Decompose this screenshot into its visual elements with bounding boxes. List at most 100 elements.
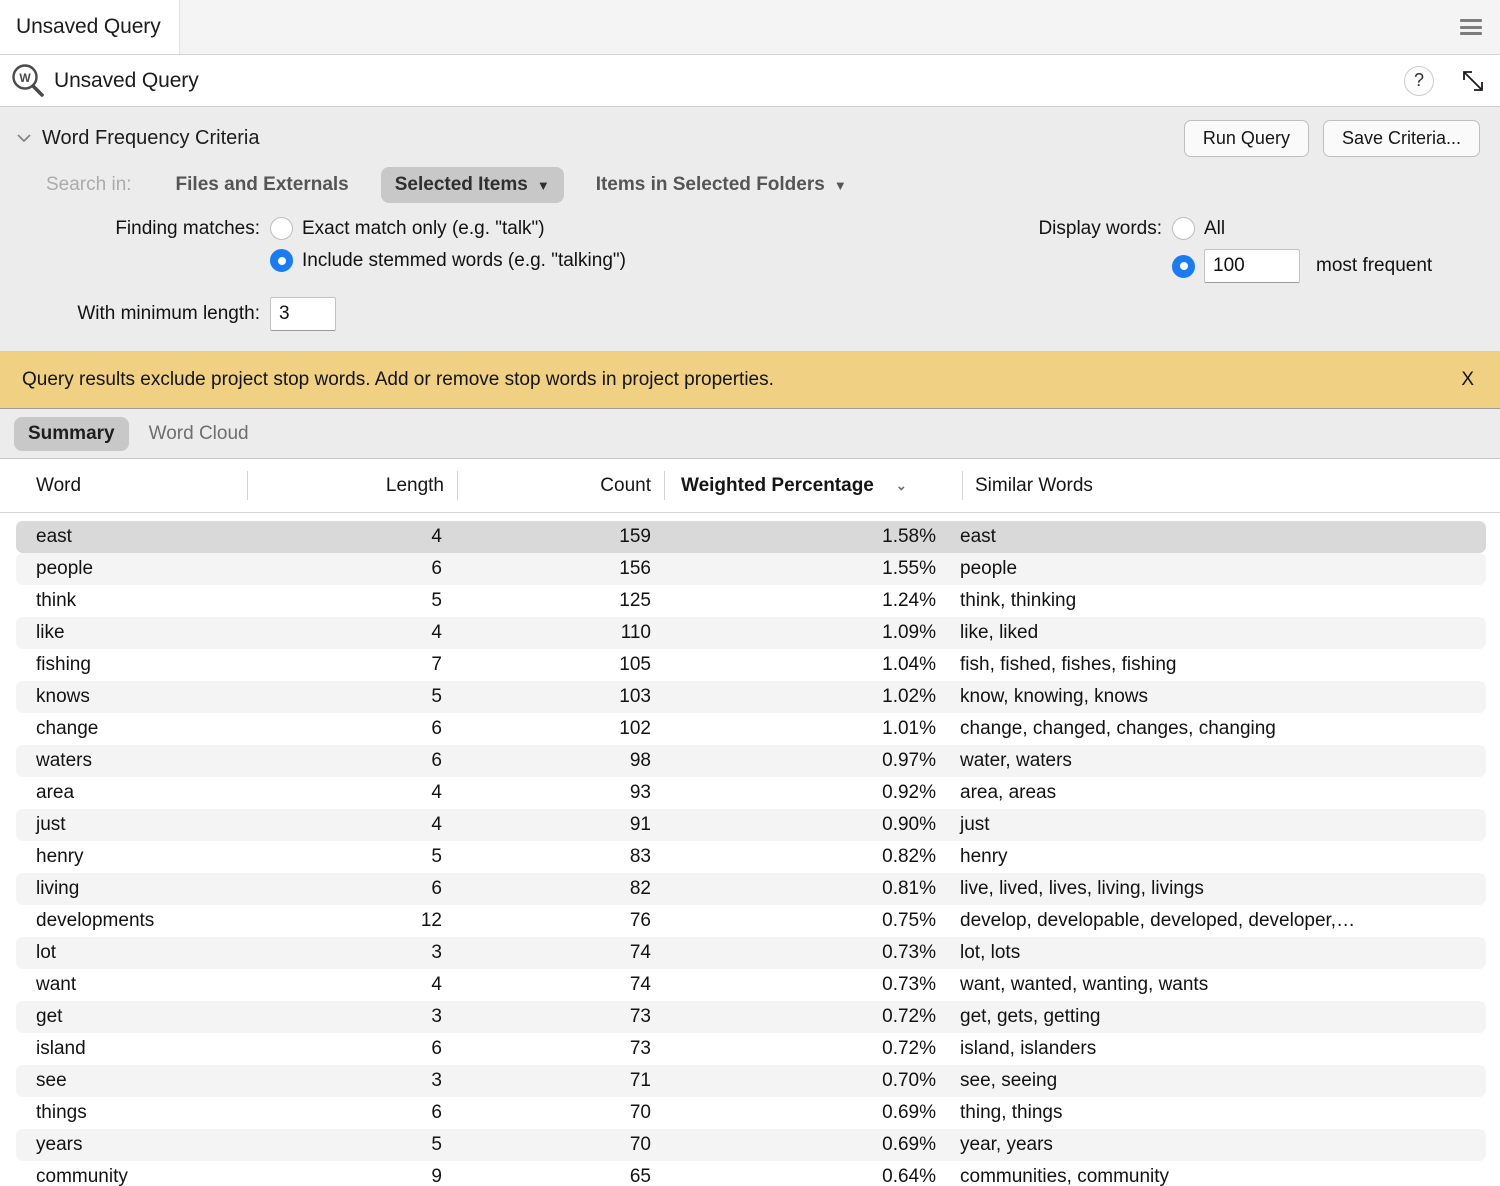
chevron-down-icon: ▼ [536,177,550,193]
criteria-header: Word Frequency Criteria Run Query Save C… [0,117,1500,159]
scope-label: Selected Items [394,174,528,195]
display-words-group: Display words: All most frequent [1000,217,1500,283]
cell-similar-words: think, thinking [960,590,1077,611]
cell-length: 4 [431,622,442,643]
table-row[interactable]: developments 12 76 0.75% develop, developabl… [16,905,1486,937]
cell-count: 91 [629,814,651,835]
table-row[interactable]: lot 3 74 0.73% lot, lots [16,937,1486,969]
minimum-length-input[interactable] [270,297,336,331]
cell-count: 70 [629,1102,651,1123]
cell-weighted-percentage: 0.92% [882,782,936,803]
scope-selected-items[interactable]: Selected Items ▼ [380,167,564,203]
table-row[interactable]: east 4 159 1.58% east [16,521,1486,553]
table-row[interactable]: just 4 91 0.90% just [16,809,1486,841]
hamburger-icon[interactable] [1460,19,1482,35]
radio-include-stemmed[interactable] [270,249,293,272]
table-row[interactable]: people 6 156 1.55% people [16,553,1486,585]
cell-count: 156 [619,558,651,579]
tab-label: Word Cloud [148,422,249,444]
table-row[interactable]: like 4 110 1.09% like, liked [16,617,1486,649]
cell-word: knows [36,686,90,707]
search-in-row: Search in: Files and Externals Selected … [0,159,1500,203]
cell-similar-words: fish, fished, fishes, fishing [960,654,1177,675]
finding-matches-label: Finding matches: [115,217,260,239]
display-words-count-row: most frequent [1000,249,1500,283]
cell-similar-words: know, knowing, knows [960,686,1148,707]
table-row[interactable]: island 6 73 0.72% island, islanders [16,1033,1486,1065]
run-query-button[interactable]: Run Query [1183,119,1309,157]
table-row[interactable]: change 6 102 1.01% change, changed, changes,… [16,713,1486,745]
expand-diagonal-icon[interactable] [1460,68,1486,94]
radio-display-all[interactable] [1172,217,1195,240]
column-header-word[interactable]: Word [0,459,248,512]
cell-weighted-percentage: 1.01% [882,718,936,739]
tab-label: Summary [28,422,115,444]
radio-display-all-label: All [1204,217,1226,239]
cell-word: fishing [36,654,91,675]
table-row[interactable]: knows 5 103 1.02% know, knowing, knows [16,681,1486,713]
cell-length: 3 [431,1006,442,1027]
cell-length: 6 [431,558,442,579]
table-row[interactable]: think 5 125 1.24% think, thinking [16,585,1486,617]
table-row[interactable]: want 4 74 0.73% want, wanted, wanting, wants [16,969,1486,1001]
tab-word-cloud[interactable]: Word Cloud [135,417,263,451]
minimum-length-row: With minimum length: [0,283,1500,331]
table-row[interactable]: area 4 93 0.92% area, areas [16,777,1486,809]
cell-count: 71 [629,1070,651,1091]
scope-files-and-externals[interactable]: Files and Externals [162,167,363,203]
cell-weighted-percentage: 0.72% [882,1038,936,1059]
criteria-section-title: Word Frequency Criteria [42,126,260,149]
hamburger-bar [1460,25,1482,29]
table-row[interactable]: years 5 70 0.69% year, years [16,1129,1486,1161]
cell-count: 70 [629,1134,651,1155]
table-row[interactable]: things 6 70 0.69% thing, things [16,1097,1486,1129]
table-row[interactable]: get 3 73 0.72% get, gets, getting [16,1001,1486,1033]
cell-count: 98 [629,750,651,771]
cell-word: waters [36,750,92,771]
table-row[interactable]: waters 6 98 0.97% water, waters [16,745,1486,777]
tab-summary[interactable]: Summary [14,416,129,451]
cell-length: 6 [431,1038,442,1059]
cell-similar-words: live, lived, lives, living, livings [960,878,1204,899]
cell-word: east [36,526,72,547]
chevron-down-icon: ⌄ [895,477,907,493]
cell-weighted-percentage: 1.24% [882,590,936,611]
table-row[interactable]: fishing 7 105 1.04% fish, fished, fishes, fi… [16,649,1486,681]
radio-display-count[interactable] [1172,254,1195,278]
tab-unsaved-query[interactable]: Unsaved Query [0,0,180,54]
scope-items-in-selected-folders[interactable]: Items in Selected Folders ▼ [582,167,861,203]
table-row[interactable]: community 9 65 0.64% communities, community [16,1161,1486,1186]
cell-word: area [36,782,75,803]
help-button[interactable]: ? [1404,65,1434,96]
column-header-similar-words[interactable]: Similar Words [963,459,1500,512]
cell-word: living [36,878,80,899]
banner-close-button[interactable]: X [1457,369,1478,391]
cell-weighted-percentage: 0.69% [882,1134,936,1155]
column-header-length[interactable]: Length [248,459,458,512]
table-row[interactable]: living 6 82 0.81% live, lived, lives, living… [16,873,1486,905]
cell-count: 83 [629,846,651,867]
display-count-input[interactable] [1204,249,1300,283]
column-label: Weighted Percentage [681,474,874,496]
cell-count: 74 [629,942,651,963]
table-row[interactable]: henry 5 83 0.82% henry [16,841,1486,873]
cell-weighted-percentage: 0.64% [882,1166,936,1186]
cell-similar-words: east [960,526,996,547]
page-title: Unsaved Query [54,68,199,92]
radio-exact-match[interactable] [270,217,293,240]
criteria-options-row: Finding matches: Exact match only (e.g. … [0,203,1500,283]
column-header-count[interactable]: Count [458,459,665,512]
cell-similar-words: people [960,558,1018,579]
chevron-down-icon[interactable] [14,128,34,148]
cell-word: think [36,590,77,611]
cell-length: 4 [431,782,442,803]
cell-count: 110 [620,622,651,643]
table-row[interactable]: see 3 71 0.70% see, seeing [16,1065,1486,1097]
window-tab-strip: Unsaved Query [0,0,1500,55]
display-words-all-row: Display words: All [1000,217,1500,240]
help-label: ? [1413,70,1424,90]
column-header-weighted-percentage[interactable]: Weighted Percentage ⌄ [665,459,963,512]
results-table-body[interactable]: east 4 159 1.58% east people 6 156 1.55% people th… [0,513,1500,1186]
cell-similar-words: just [960,814,990,835]
save-criteria-button[interactable]: Save Criteria... [1322,119,1480,157]
